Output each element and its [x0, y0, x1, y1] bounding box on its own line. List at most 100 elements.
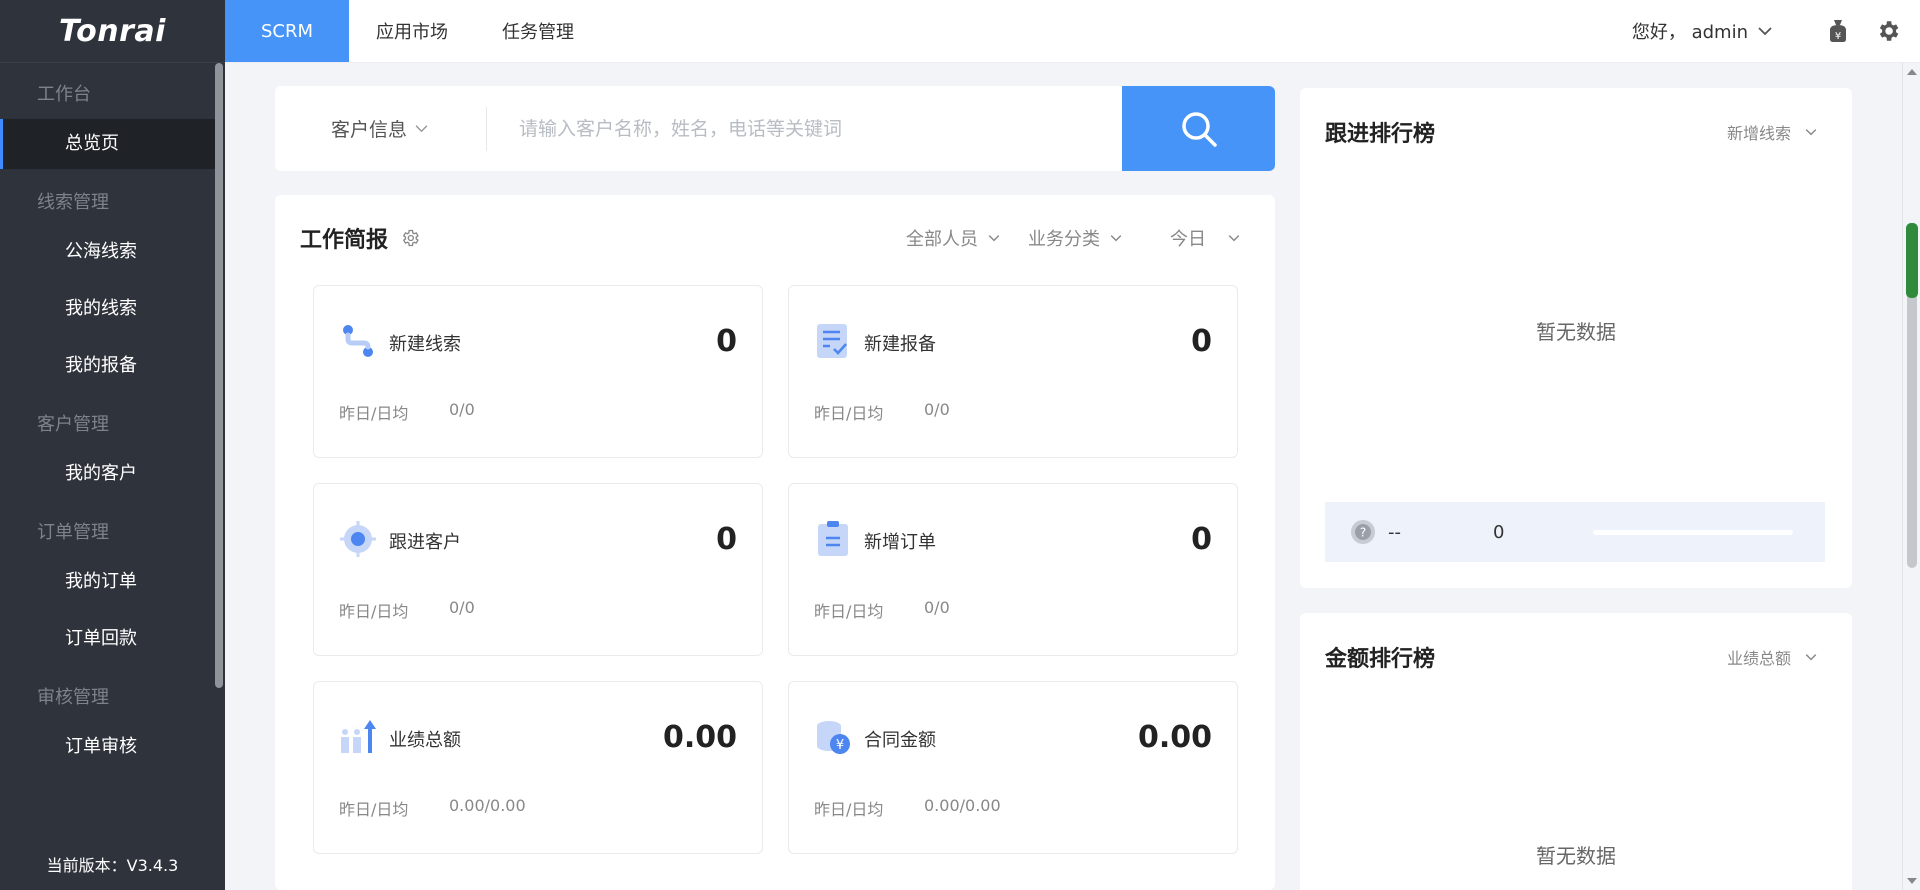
card-value: 0 [716, 324, 737, 359]
app-root: Tonrai 工作台 总览页 线索管理 公海线索 我的线索 我的报备 客户管理 … [0, 0, 1920, 890]
card-value: 0 [1191, 522, 1212, 557]
tab-task-management[interactable]: 任务管理 [475, 0, 601, 62]
filter-business-category[interactable]: 业务分类 [1028, 225, 1122, 251]
sidebar-nav: 工作台 总览页 线索管理 公海线索 我的线索 我的报备 客户管理 我的客户 订单… [0, 71, 225, 772]
search-input[interactable] [487, 98, 1122, 159]
nav-group-review: 审核管理 [37, 687, 109, 708]
nav-group-workbench: 工作台 [37, 84, 91, 105]
filter-business-label: 业务分类 [1028, 229, 1100, 250]
tab-app-market[interactable]: 应用市场 [349, 0, 475, 62]
chevron-down-icon [1758, 27, 1772, 36]
search-button[interactable] [1122, 86, 1275, 171]
work-brief-header: 工作简报 全部人员 业务分类 今日 [300, 223, 1240, 253]
target-icon [340, 521, 376, 557]
card-sub-value: 0/0 [924, 598, 950, 617]
sidebar-scrollbar[interactable] [215, 63, 223, 688]
chevron-down-icon [1805, 654, 1817, 661]
user-menu[interactable]: 您好， admin [1632, 18, 1772, 44]
stat-card-new-leads[interactable]: 新建线索 0 昨日/日均 0/0 [313, 285, 763, 458]
amount-ranking-select-label: 业绩总额 [1726, 649, 1791, 668]
ranking-row: ? -- 0 [1325, 502, 1825, 562]
search-category-label: 客户信息 [331, 119, 408, 141]
svg-text:¥: ¥ [836, 738, 844, 753]
money-bag-icon[interactable]: ¥ [1824, 17, 1852, 45]
path-icon [343, 325, 373, 357]
logo-text: Tonrai [59, 13, 166, 49]
svg-text:?: ? [1360, 526, 1366, 540]
user-greeting: 您好， admin [1631, 22, 1748, 43]
logo: Tonrai [0, 0, 225, 63]
card-sub-label: 昨日/日均 [339, 602, 409, 621]
card-label: 新建报备 [864, 334, 936, 355]
sidebar-item-public-leads[interactable]: 公海线索 [0, 227, 215, 277]
chevron-down-icon [988, 235, 1000, 242]
nav-group-orders: 订单管理 [37, 522, 109, 543]
card-value: 0.00 [662, 720, 737, 755]
filter-staff[interactable]: 全部人员 [906, 225, 1000, 251]
coins-icon: ¥ [817, 721, 850, 754]
amount-ranking-header: 金额排行榜 业绩总额 [1325, 641, 1817, 673]
stat-card-new-reports[interactable]: 新建报备 0 昨日/日均 0/0 [788, 285, 1238, 458]
checklist-icon [817, 324, 847, 358]
chevron-down-icon [1228, 235, 1240, 242]
brief-filters: 全部人员 业务分类 今日 [906, 225, 1240, 251]
card-sub-value: 0.00/0.00 [924, 796, 1001, 815]
scroll-widget[interactable] [1906, 223, 1918, 298]
stat-card-new-orders[interactable]: 新增订单 0 昨日/日均 0/0 [788, 483, 1238, 656]
chevron-down-icon [415, 125, 428, 133]
card-label: 新建线索 [389, 334, 461, 355]
follow-ranking-panel: 跟进排行榜 新增线索 暂无数据 ? -- 0 [1300, 88, 1852, 588]
filter-date-range[interactable]: 今日 [1170, 225, 1240, 251]
page-scrollbar[interactable] [1902, 63, 1920, 890]
chevron-down-icon [1805, 129, 1817, 136]
svg-text:¥: ¥ [1835, 31, 1841, 42]
amount-ranking-title: 金额排行榜 [1325, 647, 1436, 672]
ranking-row-name: -- [1388, 521, 1401, 543]
gear-icon[interactable] [1874, 17, 1902, 45]
card-label: 合同金额 [864, 730, 936, 751]
card-sub-value: 0.00/0.00 [449, 796, 526, 815]
card-label: 业绩总额 [389, 730, 461, 751]
sidebar-item-my-leads[interactable]: 我的线索 [0, 284, 215, 334]
follow-ranking-select[interactable]: 新增线索 [1727, 120, 1817, 144]
scroll-down-arrow[interactable] [1907, 878, 1917, 884]
stat-card-follow-customers[interactable]: 跟进客户 0 昨日/日均 0/0 [313, 483, 763, 656]
sidebar-item-order-payments[interactable]: 订单回款 [0, 614, 215, 664]
sidebar-item-my-reports[interactable]: 我的报备 [0, 341, 215, 391]
help-icon: ? [1351, 520, 1375, 544]
stat-card-total-performance[interactable]: 业绩总额 0.00 昨日/日均 0.00/0.00 [313, 681, 763, 854]
amount-ranking-select[interactable]: 业绩总额 [1727, 645, 1817, 669]
amount-ranking-panel: 金额排行榜 业绩总额 暂无数据 [1300, 613, 1852, 890]
sidebar-item-order-review[interactable]: 订单审核 [0, 722, 215, 772]
card-sub-label: 昨日/日均 [814, 800, 884, 819]
sidebar-item-overview[interactable]: 总览页 [0, 119, 215, 169]
card-sub-label: 昨日/日均 [814, 404, 884, 423]
tab-scrm[interactable]: SCRM [225, 0, 350, 62]
stat-card-contract-amount[interactable]: ¥ 合同金额 0.00 昨日/日均 0.00/0.00 [788, 681, 1238, 854]
work-brief-title: 工作简报 [300, 228, 389, 253]
version-label: 当前版本：V3.4.3 [0, 842, 225, 890]
empty-state: 暂无数据 [1536, 844, 1616, 868]
main-content: 客户信息 工作简报 全部人员 业务分类 今日 新建线索 [225, 63, 1902, 890]
gear-icon[interactable] [400, 228, 420, 248]
nav-group-customers: 客户管理 [37, 414, 109, 435]
follow-ranking-header: 跟进排行榜 新增线索 [1325, 116, 1817, 148]
card-sub-value: 0/0 [924, 400, 950, 419]
scroll-up-arrow[interactable] [1907, 69, 1917, 75]
search-category-select[interactable]: 客户信息 [275, 106, 487, 151]
sidebar-item-my-orders[interactable]: 我的订单 [0, 557, 215, 607]
sidebar: Tonrai 工作台 总览页 线索管理 公海线索 我的线索 我的报备 客户管理 … [0, 0, 225, 890]
search-bar: 客户信息 [275, 86, 1275, 171]
growth-icon [341, 720, 376, 753]
follow-ranking-select-label: 新增线索 [1726, 124, 1791, 143]
sidebar-item-my-customers[interactable]: 我的客户 [0, 449, 215, 499]
chevron-down-icon [1110, 235, 1122, 242]
card-label: 新增订单 [864, 532, 936, 553]
card-label: 跟进客户 [389, 532, 461, 553]
card-sub-label: 昨日/日均 [339, 404, 409, 423]
card-sub-value: 0/0 [449, 598, 475, 617]
card-value: 0 [716, 522, 737, 557]
card-value: 0 [1191, 324, 1212, 359]
card-value: 0.00 [1137, 720, 1212, 755]
ranking-row-value: 0 [1493, 521, 1505, 543]
